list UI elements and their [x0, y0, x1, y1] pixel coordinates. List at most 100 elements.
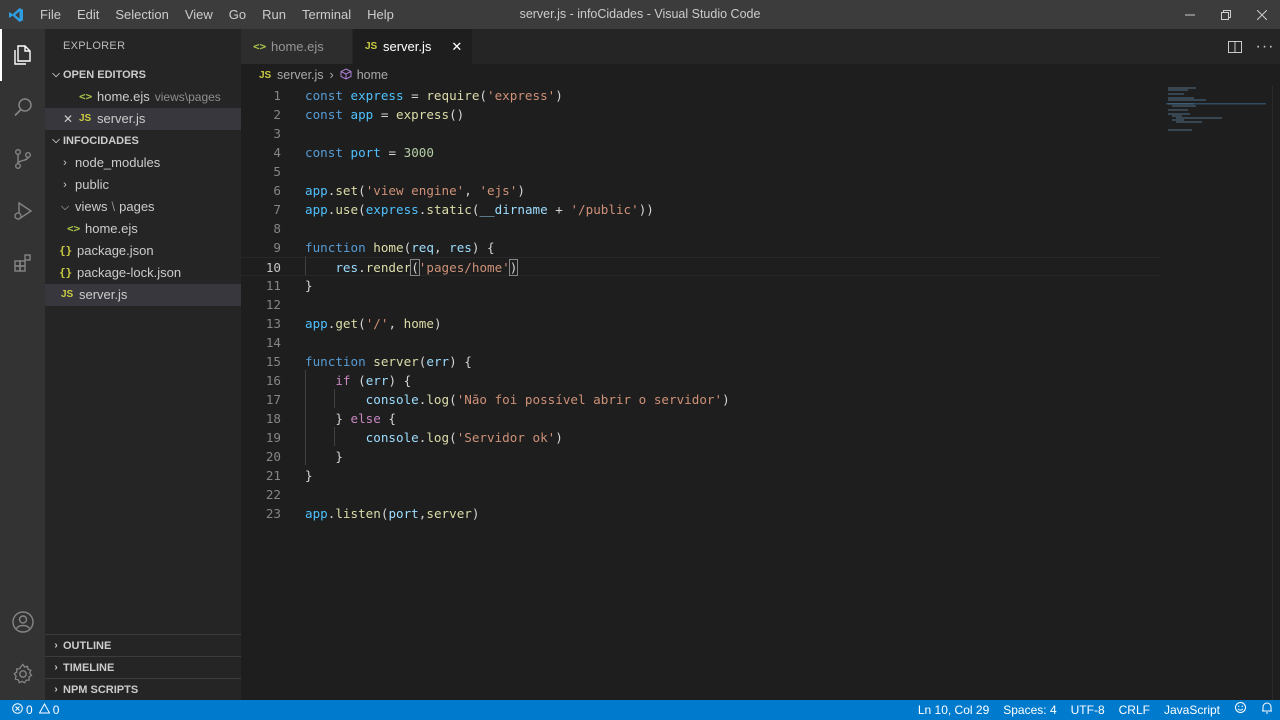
account-icon[interactable]: [0, 596, 45, 648]
warning-icon: [38, 702, 51, 717]
code-line: 16 if (err) {: [265, 373, 412, 388]
tree-item-views-pages[interactable]: ⌵ views \ pages: [45, 196, 241, 218]
code-line: 13 app.get('/', home): [265, 316, 442, 331]
manage-gear-icon[interactable]: [0, 648, 45, 700]
indentation[interactable]: Spaces: 4: [996, 700, 1063, 720]
ejs-file-icon: <>: [79, 90, 93, 103]
encoding[interactable]: UTF-8: [1064, 700, 1112, 720]
js-file-icon: JS: [365, 41, 378, 52]
language-mode[interactable]: JavaScript: [1157, 700, 1227, 720]
npm-scripts-header[interactable]: › NPM SCRIPTS: [45, 678, 241, 700]
menu-view[interactable]: View: [177, 0, 221, 29]
extensions-icon[interactable]: [0, 237, 45, 289]
open-editor-item-server-js[interactable]: ✕ JS server.js: [45, 108, 241, 130]
chevron-right-icon: ›: [54, 683, 58, 695]
feedback-icon[interactable]: [1227, 700, 1254, 720]
tree-item-node-modules[interactable]: › node_modules: [45, 152, 241, 174]
code-editor[interactable]: 1 const express = require('express') 2 con…: [241, 86, 1280, 700]
menu-terminal[interactable]: Terminal: [294, 0, 359, 29]
chevron-right-icon: ›: [329, 68, 334, 82]
code-line: 17 console.log('Não foi possível abrir o…: [265, 392, 730, 407]
code-line: 9 function home(req, res) {: [273, 240, 495, 255]
run-debug-icon[interactable]: [0, 185, 45, 237]
line-ending[interactable]: CRLF: [1112, 700, 1157, 720]
outline-header[interactable]: › OUTLINE: [45, 634, 241, 656]
menu-run[interactable]: Run: [254, 0, 294, 29]
activity-bar: [0, 29, 45, 700]
tree-item-package-json[interactable]: {} package.json: [45, 240, 241, 262]
code-line: 15 function server(err) {: [265, 354, 472, 369]
code-line: 12: [265, 297, 281, 312]
chevron-down-icon: ⌵: [52, 135, 60, 146]
menu-bar: File Edit Selection View Go Run Terminal…: [32, 0, 402, 29]
tree-item-package-lock-json[interactable]: {} package-lock.json: [45, 262, 241, 284]
ejs-file-icon: <>: [67, 222, 81, 235]
code-line: 6 app.set('view engine', 'ejs'): [273, 183, 525, 198]
problems-indicator[interactable]: 0 0: [0, 702, 59, 717]
code-line: 14: [265, 335, 281, 350]
explorer-icon[interactable]: [0, 29, 45, 81]
explorer-title: EXPLORER: [63, 40, 126, 52]
menu-go[interactable]: Go: [221, 0, 254, 29]
minimize-button[interactable]: [1172, 0, 1208, 29]
close-icon[interactable]: ✕: [63, 108, 79, 130]
js-file-icon: JS: [79, 113, 92, 124]
code-line: 2 const app = express(): [273, 107, 465, 122]
js-file-icon: JS: [61, 289, 74, 300]
cursor-position[interactable]: Ln 10, Col 29: [911, 700, 996, 720]
menu-selection[interactable]: Selection: [107, 0, 176, 29]
close-window-button[interactable]: [1244, 0, 1280, 29]
code-line: 23 app.listen(port,server): [265, 506, 480, 521]
js-file-icon: JS: [259, 69, 272, 81]
breadcrumb-symbol[interactable]: home: [357, 68, 388, 82]
open-editor-path: views\pages: [154, 90, 221, 104]
menu-edit[interactable]: Edit: [69, 0, 107, 29]
tab-label: home.ejs: [271, 39, 324, 54]
open-editors-header[interactable]: ⌵ OPEN EDITORS: [45, 64, 241, 86]
explorer-sidebar: EXPLORER ⌵ OPEN EDITORS <> home.ejs view…: [45, 29, 241, 700]
split-editor-icon[interactable]: [1220, 40, 1250, 54]
close-tab-icon[interactable]: ✕: [451, 39, 462, 55]
code-line: 8: [273, 221, 281, 236]
minimap[interactable]: [1166, 86, 1266, 146]
chevron-right-icon: ›: [54, 661, 58, 673]
tab-label: server.js: [383, 39, 432, 54]
chevron-right-icon: ›: [54, 639, 58, 651]
code-line: 7 app.use(express.static(__dirname + '/pu…: [273, 202, 654, 217]
tree-item-public[interactable]: › public: [45, 174, 241, 196]
tab-server-js[interactable]: JS server.js ✕: [353, 29, 474, 64]
tree-item-home-ejs[interactable]: <> home.ejs: [45, 218, 241, 240]
search-icon[interactable]: [0, 81, 45, 133]
ejs-file-icon: <>: [253, 40, 267, 53]
tree-item-server-js[interactable]: JS server.js: [45, 284, 241, 306]
tab-home-ejs[interactable]: <> home.ejs: [241, 29, 353, 64]
code-line: 4 const port = 3000: [273, 145, 434, 160]
code-line: 21}: [265, 468, 313, 483]
code-line: 11}: [265, 278, 313, 293]
timeline-header[interactable]: › TIMELINE: [45, 656, 241, 678]
more-actions-icon[interactable]: ···: [1250, 38, 1280, 56]
open-editor-item-home-ejs[interactable]: <> home.ejs views\pages: [45, 86, 241, 108]
breadcrumb: JS server.js › home: [241, 64, 1280, 86]
json-file-icon: {}: [59, 244, 73, 257]
menu-file[interactable]: File: [32, 0, 69, 29]
error-icon: [12, 703, 23, 717]
code-line: 1 const express = require('express'): [273, 88, 563, 103]
open-editor-label: home.ejs: [97, 89, 150, 104]
breadcrumb-file[interactable]: server.js: [277, 68, 324, 82]
source-control-icon[interactable]: [0, 133, 45, 185]
current-code-line: 10 res.render('pages/home'): [241, 257, 1161, 276]
menu-help[interactable]: Help: [359, 0, 402, 29]
notifications-bell-icon[interactable]: [1254, 700, 1280, 720]
code-line: 5: [273, 164, 281, 179]
code-line: 3: [273, 126, 281, 141]
chevron-right-icon: ›: [63, 179, 67, 191]
restore-button[interactable]: [1208, 0, 1244, 29]
chevron-right-icon: ›: [63, 157, 67, 169]
code-line: 18 } else {: [265, 411, 397, 426]
editor-tabs: <> home.ejs JS server.js ✕ ···: [241, 29, 1280, 64]
vertical-scrollbar[interactable]: [1272, 86, 1280, 700]
project-folder-header[interactable]: ⌵ INFOCIDADES: [45, 130, 241, 152]
open-editor-label: server.js: [97, 111, 146, 126]
vscode-logo-icon: [0, 0, 32, 29]
